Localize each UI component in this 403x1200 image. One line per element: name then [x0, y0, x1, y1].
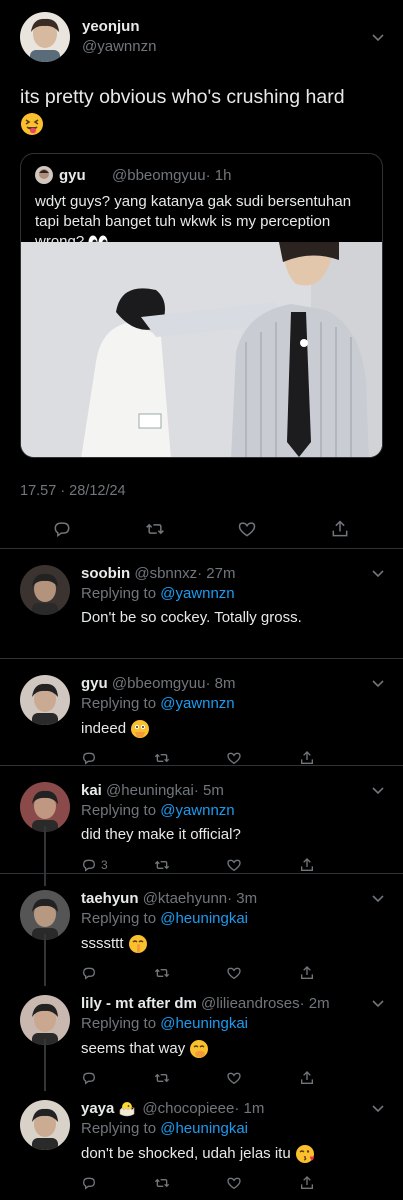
- share-icon: [299, 1175, 315, 1191]
- tweet-timestamp[interactable]: 17.57 · 28/12/24: [20, 483, 126, 499]
- avatar[interactable]: [20, 565, 70, 615]
- share-icon: [299, 857, 315, 873]
- reply-text: did they make it official?: [81, 826, 241, 843]
- avatar[interactable]: [20, 782, 70, 832]
- retweet-button[interactable]: [145, 518, 167, 540]
- thread-line: [44, 1039, 46, 1091]
- face-with-open-eyes-hand-over-mouth-icon: [130, 719, 150, 739]
- reply-tweet[interactable]: lily - mt after dm @lilieandroses· 2m Re…: [0, 979, 403, 1085]
- retweet-button[interactable]: [154, 1172, 176, 1194]
- reply-count: 3: [101, 858, 108, 872]
- avatar[interactable]: [20, 995, 70, 1045]
- chevron-down-icon[interactable]: [371, 786, 385, 796]
- chevron-down-icon[interactable]: [371, 1104, 385, 1114]
- face-with-hand-over-mouth-icon: [189, 1039, 209, 1059]
- replying-to: Replying to @heuningkai: [81, 910, 249, 927]
- share-icon: [299, 750, 315, 766]
- chevron-down-icon[interactable]: [371, 999, 385, 1009]
- reply-icon: [81, 750, 97, 766]
- replying-to: Replying to @yawnnzn: [81, 585, 235, 602]
- reply-header[interactable]: gyu @bbeomgyuu· 8m: [81, 675, 235, 692]
- avatar[interactable]: [20, 890, 70, 940]
- thread-line: [44, 934, 46, 986]
- avatar[interactable]: [20, 1100, 70, 1150]
- mention-link[interactable]: @heuningkai: [160, 1120, 248, 1137]
- user-handle[interactable]: @yawnnzn: [82, 38, 156, 55]
- retweet-icon: [145, 523, 164, 535]
- reply-icon: [81, 857, 97, 873]
- thread-line: [44, 826, 46, 884]
- replying-to: Replying to @heuningkai: [81, 1120, 249, 1137]
- reply-button[interactable]: [52, 518, 74, 540]
- heart-icon: [226, 857, 242, 873]
- share-button[interactable]: [330, 518, 352, 540]
- mention-link[interactable]: @heuningkai: [160, 910, 248, 927]
- heart-icon: [239, 522, 256, 537]
- reply-tweet[interactable]: soobin @sbnnxz· 27m Replying to @yawnnzn…: [0, 549, 403, 659]
- chevron-down-icon[interactable]: [371, 894, 385, 904]
- quote-avatar: [35, 166, 53, 184]
- reply-header[interactable]: taehyun @ktaehyunn· 3m: [81, 890, 257, 907]
- reply-button[interactable]: [81, 1172, 103, 1194]
- quote-user-name: gyu: [59, 167, 86, 184]
- main-tweet: yeonjun @yawnnzn its pretty obvious who'…: [0, 0, 403, 549]
- quote-user-handle: @bbeomgyuu· 1h: [112, 167, 232, 184]
- heart-icon: [226, 1175, 242, 1191]
- squinting-face-with-tongue-icon: [20, 112, 44, 136]
- retweet-icon: [154, 750, 170, 766]
- like-button[interactable]: [237, 518, 259, 540]
- reply-header[interactable]: kai @heuningkai· 5m: [81, 782, 224, 799]
- reply-text: indeed: [81, 719, 150, 739]
- reply-tweet[interactable]: yaya @chocopieee· 1m Replying to @heuning…: [0, 1084, 403, 1200]
- mention-link[interactable]: @yawnnzn: [160, 695, 234, 712]
- mention-link[interactable]: @yawnnzn: [160, 802, 234, 819]
- tweet-actions: [52, 518, 352, 540]
- avatar[interactable]: [20, 12, 70, 62]
- reply-text: don't be shocked, udah jelas itu: [81, 1144, 315, 1164]
- hatching-chick-icon: [118, 1100, 136, 1118]
- mention-link[interactable]: @yawnnzn: [160, 585, 234, 602]
- chevron-down-icon[interactable]: [371, 33, 385, 43]
- reply-text: ssssttt: [81, 934, 148, 954]
- retweet-icon: [154, 857, 170, 873]
- replying-to: Replying to @yawnnzn: [81, 802, 235, 819]
- user-name[interactable]: yeonjun: [82, 18, 140, 35]
- reply-tweet[interactable]: gyu @bbeomgyuu· 8m Replying to @yawnnzn …: [0, 659, 403, 766]
- reply-header[interactable]: soobin @sbnnxz· 27m: [81, 565, 235, 582]
- replying-to: Replying to @yawnnzn: [81, 695, 235, 712]
- share-icon: [332, 520, 348, 537]
- reply-text: seems that way: [81, 1039, 209, 1059]
- mention-link[interactable]: @heuningkai: [160, 1015, 248, 1032]
- share-button[interactable]: [299, 1172, 321, 1194]
- reply-tweet[interactable]: kai @heuningkai· 5m Replying to @yawnnzn…: [0, 766, 403, 874]
- reply-header[interactable]: lily - mt after dm @lilieandroses· 2m: [81, 995, 330, 1012]
- chevron-down-icon[interactable]: [371, 569, 385, 579]
- heart-icon: [226, 750, 242, 766]
- reply-tweet[interactable]: taehyun @ktaehyunn· 3m Replying to @heun…: [0, 874, 403, 980]
- chevron-down-icon[interactable]: [371, 679, 385, 689]
- reply-icon: [54, 522, 70, 538]
- tweet-text: its pretty obvious who's crushing hard: [20, 84, 390, 136]
- like-button[interactable]: [226, 1172, 248, 1194]
- quote-photo[interactable]: [21, 242, 382, 457]
- reply-text: Don't be so cockey. Totally gross.: [81, 609, 302, 626]
- quoted-tweet[interactable]: gyu @bbeomgyuu· 1h wdyt guys? yang katan…: [20, 153, 383, 458]
- reply-icon: [81, 1175, 97, 1191]
- shushing-face-icon: [128, 934, 148, 954]
- reply-actions: [81, 1172, 321, 1194]
- retweet-icon: [154, 1175, 170, 1191]
- reply-header[interactable]: yaya @chocopieee· 1m: [81, 1100, 264, 1118]
- face-blowing-a-kiss-icon: [295, 1144, 315, 1164]
- replying-to: Replying to @heuningkai: [81, 1015, 249, 1032]
- avatar[interactable]: [20, 675, 70, 725]
